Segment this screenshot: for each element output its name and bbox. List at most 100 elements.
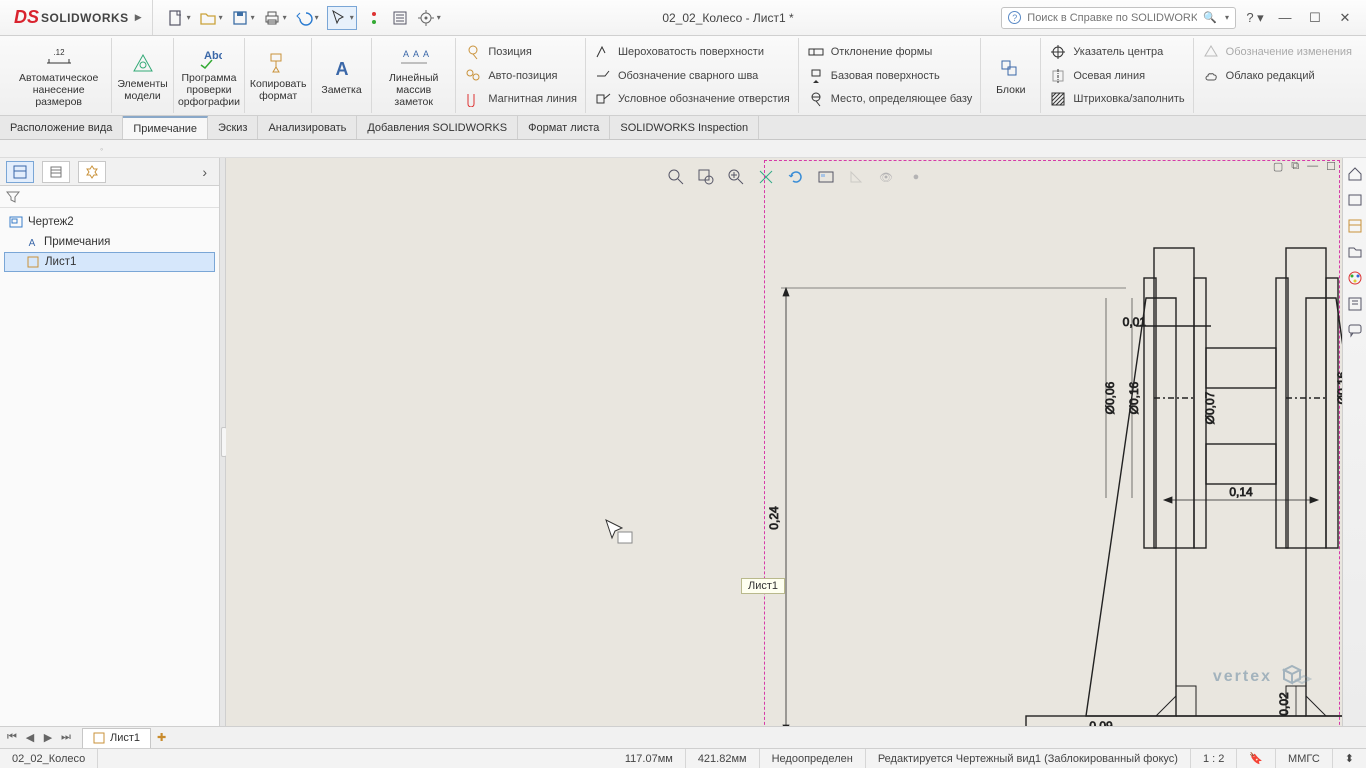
resources-icon[interactable] (1345, 190, 1365, 210)
rotate-view-icon[interactable] (785, 166, 807, 188)
tab-sheet-format[interactable]: Формат листа (518, 116, 610, 139)
rebuild-button[interactable] (365, 9, 383, 27)
search-icon[interactable]: 🔍 (1203, 11, 1217, 24)
section-view-icon[interactable] (755, 166, 777, 188)
svg-text:0,24: 0,24 (767, 506, 781, 530)
surface-finish-button[interactable]: Шероховатость поверхности (592, 40, 792, 64)
quick-access-toolbar: ▾ ▾ ▾ ▾ ▾ ▾ ▾ (153, 6, 455, 30)
sheet-next-icon[interactable]: ▶ (40, 731, 56, 744)
viewport-max-icon[interactable]: ☐ (1326, 160, 1336, 173)
file-properties-button[interactable] (391, 9, 409, 27)
status-tags-icon[interactable]: 🔖 (1237, 749, 1276, 768)
file-explorer-icon[interactable] (1345, 242, 1365, 262)
autoballoon-button[interactable]: Авто-позиция (462, 64, 579, 88)
tree-annotations[interactable]: A Примечания (4, 232, 215, 252)
tree-root-drawing[interactable]: Чертеж2 (4, 212, 215, 232)
svg-text:A: A (403, 49, 409, 59)
status-scale[interactable]: 1 : 2 (1191, 749, 1237, 768)
task-pane (1342, 158, 1366, 726)
sheet-first-icon[interactable]: ⏮ (4, 731, 20, 744)
close-button[interactable]: ✕ (1334, 7, 1356, 29)
app-name: SOLIDWORKS (41, 11, 129, 25)
menu-expand-icon[interactable]: ▶ (135, 12, 142, 23)
help-search[interactable]: ? 🔍▾ (1001, 7, 1236, 29)
tab-view-layout[interactable]: Расположение вида (0, 116, 123, 139)
drawing-view: 0,24 0,14 0,09 0,02 0,01 Ø0,06 Ø0,16 Ø0,… (546, 198, 1366, 726)
format-painter-button[interactable]: Копировать формат (245, 38, 312, 113)
custom-props-icon[interactable] (1345, 294, 1365, 314)
forum-icon[interactable] (1345, 320, 1365, 340)
autodimension-button[interactable]: .12 Автоматическое нанесение размеров (6, 38, 112, 113)
property-manager-tab[interactable] (42, 161, 70, 183)
sheet-tab-1[interactable]: Лист1 (82, 728, 151, 748)
tab-addins[interactable]: Добавления SOLIDWORKS (357, 116, 518, 139)
panel-expand-icon[interactable]: › (202, 164, 213, 180)
view-settings-icon[interactable]: 👁 (875, 166, 897, 188)
save-button[interactable]: ▾ (231, 9, 255, 27)
magnetic-line-button[interactable]: Магнитная линия (462, 87, 579, 111)
status-macro-icon[interactable]: ⬍ (1333, 749, 1366, 768)
revision-cloud-button[interactable]: Облако редакций (1200, 64, 1354, 88)
tree-filter-bar[interactable] (0, 186, 219, 208)
note-button[interactable]: A Заметка (312, 38, 372, 113)
zoom-area-icon[interactable] (695, 166, 717, 188)
spellcheck-button[interactable]: Abc Программа проверки орфографии (174, 38, 246, 113)
sheet-prev-icon[interactable]: ◀ (22, 731, 38, 744)
tab-annotation[interactable]: Примечание (123, 116, 208, 139)
drawing-canvas[interactable]: ▢ ⧉ — ☐ ✕ 👁 ● (226, 158, 1366, 726)
viewport-single-icon[interactable]: ▢ (1273, 160, 1283, 173)
select-button[interactable]: ▾ (327, 6, 357, 30)
minimize-button[interactable]: — (1274, 7, 1296, 29)
apply-scene-icon[interactable]: ● (905, 166, 927, 188)
options-button[interactable]: ▾ (417, 9, 441, 27)
revision-symbol-button[interactable]: Обозначение изменения (1200, 40, 1354, 64)
model-items-button[interactable]: Элементы модели (112, 38, 173, 113)
add-sheet-button[interactable]: ✚ (157, 731, 166, 744)
print-button[interactable]: ▾ (263, 9, 287, 27)
maximize-button[interactable]: ☐ (1304, 7, 1326, 29)
help-dropdown-button[interactable]: ? ▾ (1244, 7, 1266, 29)
balloon-button[interactable]: Позиция (462, 40, 579, 64)
tab-inspection[interactable]: SOLIDWORKS Inspection (610, 116, 759, 139)
help-search-input[interactable] (1027, 12, 1197, 24)
appearances-icon[interactable] (1345, 268, 1365, 288)
center-mark-button[interactable]: Указатель центра (1047, 40, 1186, 64)
previous-view-icon[interactable] (725, 166, 747, 188)
status-units[interactable]: ММГС (1276, 749, 1333, 768)
title-bar: DS SOLIDWORKS ▶ ▾ ▾ ▾ ▾ ▾ ▾ ▾ 02_02_Коле… (0, 0, 1366, 36)
linear-pattern-button[interactable]: AAA Линейный массив заметок (372, 38, 456, 113)
tree-sheet1[interactable]: Лист1 (4, 252, 215, 272)
new-doc-button[interactable]: ▾ (167, 9, 191, 27)
home-icon[interactable] (1345, 164, 1365, 184)
watermark: vertex (1213, 660, 1312, 694)
viewport-min-icon[interactable]: — (1307, 160, 1318, 173)
hide-show-icon[interactable] (845, 166, 867, 188)
open-button[interactable]: ▾ (199, 9, 223, 27)
symbols-group: Шероховатость поверхности Обозначение св… (586, 38, 799, 113)
hole-callout-button[interactable]: Условное обозначение отверстия (592, 87, 792, 111)
library-icon[interactable] (1345, 216, 1365, 236)
weld-symbol-button[interactable]: Обозначение сварного шва (592, 64, 792, 88)
status-layer: Недоопределен (760, 749, 866, 768)
feature-tree-tab[interactable] (6, 161, 34, 183)
sheet-last-icon[interactable]: ⏭ (58, 731, 74, 744)
area-hatch-button[interactable]: Штриховка/заполнить (1047, 87, 1186, 111)
undo-button[interactable]: ▾ (295, 9, 319, 27)
view-window-controls: ▢ ⧉ — ☐ (1273, 160, 1336, 173)
drawing-icon (8, 214, 24, 230)
heads-up-toolbar: 👁 ● (663, 164, 929, 190)
datum-target-button[interactable]: Место, определяющее базу (805, 87, 975, 111)
zoom-fit-icon[interactable] (665, 166, 687, 188)
blocks-button[interactable]: Блоки (981, 38, 1041, 113)
viewport-link-icon[interactable]: ⧉ (1291, 160, 1299, 173)
geometric-tolerance-button[interactable]: Отклонение формы (805, 40, 975, 64)
svg-text:0,01: 0,01 (1123, 315, 1147, 329)
svg-text:Ø0,16: Ø0,16 (1127, 381, 1141, 414)
configuration-tab[interactable] (78, 161, 106, 183)
display-style-icon[interactable] (815, 166, 837, 188)
centerline-button[interactable]: Осевая линия (1047, 64, 1186, 88)
svg-text:Ø0,07: Ø0,07 (1203, 391, 1217, 424)
tab-sketch[interactable]: Эскиз (208, 116, 258, 139)
tab-evaluate[interactable]: Анализировать (258, 116, 357, 139)
datum-feature-button[interactable]: Базовая поверхность (805, 64, 975, 88)
